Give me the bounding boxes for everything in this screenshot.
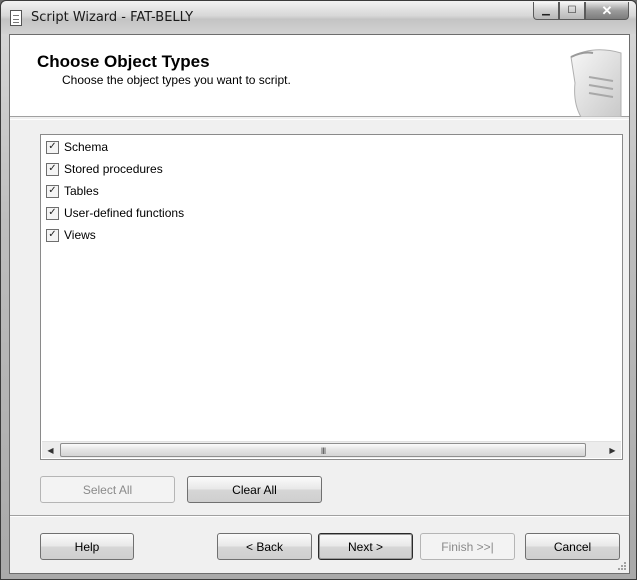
checkbox-checked-icon[interactable]: ✓ [46, 140, 59, 154]
list-item-label: Views [64, 228, 96, 242]
horizontal-scrollbar[interactable]: ◀ III ▶ [42, 441, 621, 458]
scroll-document-icon [570, 49, 622, 117]
cancel-button[interactable]: Cancel [525, 533, 620, 560]
scroll-left-button[interactable]: ◀ [42, 442, 59, 458]
list-item-label: Tables [64, 184, 99, 198]
close-button[interactable]: ✕ [585, 2, 629, 20]
checkbox-checked-icon[interactable]: ✓ [46, 206, 59, 220]
page-title: Choose Object Types [37, 52, 210, 71]
footer-divider [10, 515, 629, 517]
list-item-label: User-defined functions [64, 206, 185, 220]
checkbox-checked-icon[interactable]: ✓ [46, 162, 59, 176]
header-divider [10, 119, 629, 120]
object-type-list[interactable]: ✓ Schema ✓ Stored procedures ✓ Tables ✓ … [40, 134, 623, 460]
list-item-label: Schema [64, 140, 109, 154]
checkbox-checked-icon[interactable]: ✓ [46, 228, 59, 242]
list-item-label: Stored procedures [64, 162, 163, 176]
scrollbar-thumb[interactable]: III [60, 443, 586, 457]
finish-button[interactable]: Finish >>| [420, 533, 515, 560]
clear-all-button[interactable]: Clear All [187, 476, 322, 503]
maximize-icon: ☐ [567, 5, 577, 16]
help-button[interactable]: Help [40, 533, 134, 560]
next-button[interactable]: Next > [318, 533, 413, 560]
list-item[interactable]: ✓ Stored procedures [46, 160, 163, 178]
minimize-icon: ▁ [542, 5, 550, 16]
document-icon [10, 10, 22, 26]
chevron-left-icon: ◀ [47, 445, 54, 455]
scroll-grip-icon: III [320, 446, 326, 456]
close-icon: ✕ [601, 2, 613, 18]
chevron-right-icon: ▶ [609, 445, 616, 455]
maximize-button[interactable]: ☐ [559, 2, 585, 20]
title-bar[interactable]: Script Wizard - FAT-BELLY ▁ ☐ ✕ [1, 1, 636, 34]
caption-buttons: ▁ ☐ ✕ [533, 2, 629, 20]
list-item[interactable]: ✓ Views [46, 226, 96, 244]
script-wizard-window: Script Wizard - FAT-BELLY ▁ ☐ ✕ Choose O… [0, 0, 637, 580]
select-all-button[interactable]: Select All [40, 476, 175, 503]
wizard-header: Choose Object Types Choose the object ty… [10, 35, 629, 117]
window-title: Script Wizard - FAT-BELLY [31, 10, 194, 25]
page-subtitle: Choose the object types you want to scri… [62, 73, 291, 87]
checkbox-checked-icon[interactable]: ✓ [46, 184, 59, 198]
minimize-button[interactable]: ▁ [533, 2, 559, 20]
list-item[interactable]: ✓ User-defined functions [46, 204, 184, 222]
list-item[interactable]: ✓ Schema [46, 138, 108, 156]
list-item[interactable]: ✓ Tables [46, 182, 99, 200]
wizard-client-area: Choose Object Types Choose the object ty… [9, 34, 630, 574]
back-button[interactable]: < Back [217, 533, 312, 560]
resize-grip-icon[interactable] [616, 560, 627, 571]
scroll-right-button[interactable]: ▶ [604, 442, 621, 458]
